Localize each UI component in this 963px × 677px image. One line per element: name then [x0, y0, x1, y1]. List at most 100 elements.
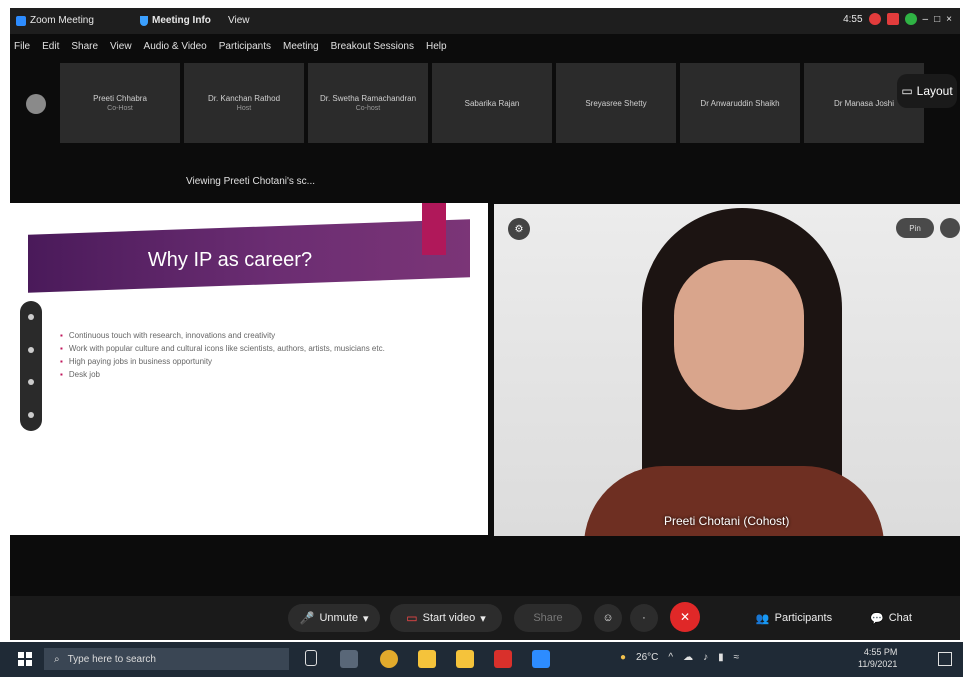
smile-icon: ☺: [602, 612, 614, 624]
stop-icon[interactable]: [886, 13, 899, 25]
participant-name: Preeti Chhabra: [93, 94, 147, 103]
system-tray: ● 26°C ^ ☁ ♪ ▮ ≈: [620, 652, 739, 663]
shared-screen: Why IP as career? ▪ Continuous touch with…: [10, 203, 488, 535]
maximize-button[interactable]: □: [934, 14, 940, 25]
participant-tile[interactable]: Dr. Swetha Ramachandran Co-host: [308, 63, 428, 143]
viewing-label: Viewing Preeti Chotani's sc...: [186, 176, 316, 187]
participant-name: Dr Manasa Joshi: [833, 98, 895, 108]
pen-icon[interactable]: [28, 314, 34, 321]
sticky-notes-icon[interactable]: [456, 650, 474, 668]
weather-text: 26°C: [636, 652, 659, 663]
menu-breakout-sessions[interactable]: Breakout Sessions: [331, 41, 414, 57]
shield-icon: [140, 15, 148, 26]
annotation-toolbar[interactable]: [20, 301, 42, 431]
windows-start-icon[interactable]: [18, 652, 32, 666]
zoom-window: Zoom Meeting Meeting Info View 4:55 – □ …: [10, 8, 960, 640]
taskbar-clock[interactable]: 4:55 PM 11/9/2021: [858, 646, 897, 670]
chevron-down-icon[interactable]: ▾: [480, 612, 486, 625]
notification-icon[interactable]: [938, 652, 952, 666]
speaker-name: Preeti Chotani (Cohost): [664, 514, 790, 528]
menu-share[interactable]: Share: [71, 41, 98, 57]
participants-button[interactable]: 👥 Participants: [744, 604, 844, 632]
app-title-text: Zoom Meeting: [30, 15, 94, 26]
view-button[interactable]: View: [228, 15, 250, 26]
chevron-up-icon[interactable]: ^: [668, 652, 673, 663]
participant-tile[interactable]: Dr. Kanchan Rathod Host: [184, 63, 304, 143]
menu-view[interactable]: View: [110, 41, 132, 57]
taskbar-search[interactable]: ⌕ Type here to search: [44, 648, 289, 670]
start-video-label: Start video: [422, 612, 476, 624]
zoom-taskbar-icon[interactable]: [532, 650, 550, 668]
bullet-icon: ▪: [60, 370, 63, 379]
bullet-text: Work with popular culture and cultural i…: [68, 344, 385, 353]
menu-edit[interactable]: Edit: [42, 41, 59, 57]
close-button[interactable]: ×: [946, 14, 952, 25]
file-explorer-icon[interactable]: [418, 650, 436, 668]
chat-button[interactable]: 💬 Chat: [860, 604, 922, 632]
view-label: View: [228, 15, 250, 26]
minimize-button[interactable]: –: [923, 14, 929, 25]
zoom-logo-icon: [16, 15, 26, 26]
cortana-icon[interactable]: [305, 650, 317, 666]
slide-bullets: ▪ Continuous touch with research, innovat…: [60, 329, 420, 381]
participant-name: Dr. Kanchan Rathod: [207, 94, 281, 103]
participant-tile[interactable]: Preeti Chhabra Co-Host: [60, 63, 180, 143]
list-item: ▪ Desk job: [60, 368, 420, 381]
leave-button[interactable]: ✕: [670, 602, 700, 632]
people-icon: 👥: [755, 612, 770, 625]
video-off-icon: ▭: [406, 611, 418, 625]
avatar[interactable]: [26, 94, 46, 114]
chrome-icon[interactable]: [380, 650, 398, 668]
slide-title: Why IP as career?: [147, 249, 313, 271]
title-bar: Zoom Meeting Meeting Info View 4:55 – □ …: [10, 8, 960, 34]
clock-time: 4:55 PM: [863, 647, 898, 657]
security-icon[interactable]: [904, 13, 917, 25]
participant-name: Sreyasree Shetty: [585, 98, 647, 108]
task-view-icon[interactable]: [340, 650, 358, 668]
eraser-icon[interactable]: [28, 379, 34, 386]
participant-role: Host: [236, 105, 252, 112]
unmute-button[interactable]: 🎤 Unmute ▾: [288, 604, 380, 632]
list-item: ▪ High paying jobs in business opportunit…: [60, 355, 420, 368]
meeting-info-label: Meeting Info: [152, 15, 211, 26]
layout-label: Layout: [916, 84, 953, 98]
windows-taskbar: ⌕ Type here to search ● 26°C ^ ☁ ♪ ▮ ≈ 4…: [0, 642, 963, 677]
meeting-info-button[interactable]: Meeting Info: [140, 15, 211, 26]
list-item: ▪ Continuous touch with research, innovat…: [60, 329, 420, 342]
bullet-text: Desk job: [68, 370, 100, 379]
acrobat-icon[interactable]: [494, 650, 512, 668]
volume-icon[interactable]: ♪: [703, 652, 708, 663]
chat-label: Chat: [888, 612, 912, 624]
more-button[interactable]: ·: [630, 604, 658, 632]
menu-participants[interactable]: Participants: [219, 41, 271, 57]
app-title: Zoom Meeting: [16, 15, 94, 26]
save-icon[interactable]: [28, 411, 34, 418]
record-icon[interactable]: [868, 13, 881, 25]
participants-label: Participants: [774, 612, 833, 624]
start-video-button[interactable]: ▭ Start video ▾: [390, 604, 502, 632]
pin-button[interactable]: Pin: [896, 218, 934, 238]
list-item: ▪ Work with popular culture and cultural …: [60, 342, 420, 355]
participant-tile[interactable]: Dr Anwaruddin Shaikh: [680, 63, 800, 143]
chevron-down-icon[interactable]: ▾: [363, 612, 369, 625]
reactions-button[interactable]: ☺: [594, 604, 622, 632]
menu-help[interactable]: Help: [426, 41, 447, 57]
share-button[interactable]: Share: [514, 604, 582, 632]
participant-tile[interactable]: Sabarika Rajan: [432, 63, 552, 143]
menu-audio-video[interactable]: Audio & Video: [144, 41, 207, 57]
participant-name: Dr. Swetha Ramachandran: [319, 94, 417, 103]
more-options-icon[interactable]: [940, 218, 960, 238]
slide-accent: [422, 203, 446, 255]
clock-date: 11/9/2021: [858, 659, 898, 669]
menu-meeting[interactable]: Meeting: [283, 41, 319, 57]
video-options-icon[interactable]: ⚙: [508, 218, 530, 240]
menu-file[interactable]: File: [14, 41, 30, 57]
titlebar-right: 4:55 – □ ×: [843, 13, 952, 25]
wifi-icon[interactable]: ≈: [734, 652, 740, 663]
weather-icon: ●: [620, 652, 627, 663]
battery-icon: ▮: [718, 652, 724, 663]
layout-button[interactable]: ▭ Layout: [897, 74, 957, 108]
speaker-video[interactable]: ⚙ Pin Preeti Chotani (Cohost): [494, 204, 960, 536]
mouse-icon[interactable]: [28, 346, 34, 353]
participant-tile[interactable]: Sreyasree Shetty: [556, 63, 676, 143]
